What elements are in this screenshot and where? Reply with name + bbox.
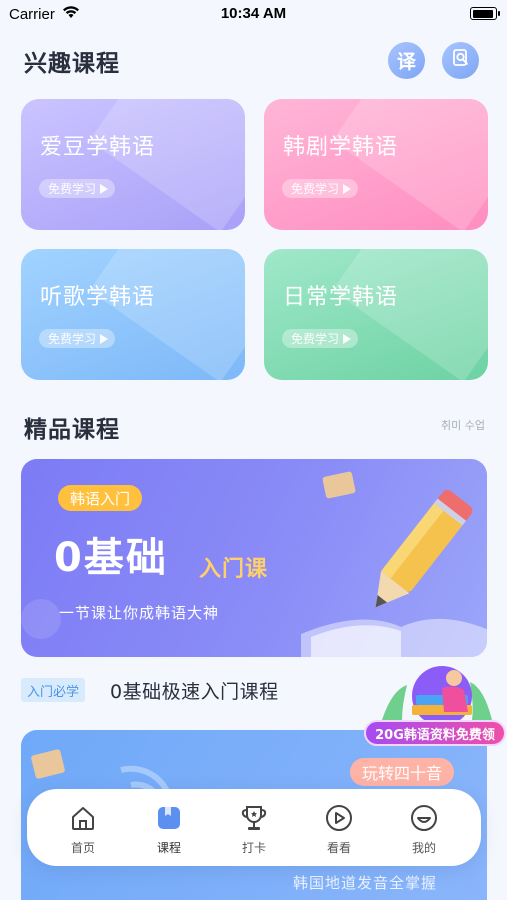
banner2-subtitle: 韩国地道发音全掌握 bbox=[293, 874, 438, 892]
bottom-tab-bar: 首页 课程 打卡 看看 我的 bbox=[27, 789, 481, 866]
battery-icon bbox=[470, 7, 500, 20]
banner-tag: 韩语入门 bbox=[58, 485, 143, 511]
translate-button[interactable]: 译 bbox=[388, 42, 425, 79]
play-icon bbox=[100, 333, 109, 344]
tab-label: 打卡 bbox=[241, 841, 266, 855]
banner-description: 一节课让你成韩语大神 bbox=[59, 604, 220, 622]
tab-label: 我的 bbox=[411, 841, 436, 855]
tab-label: 看看 bbox=[326, 841, 351, 855]
banner-headline: 0基础 bbox=[54, 535, 168, 581]
course-tag: 入门必学 bbox=[21, 678, 86, 702]
play-icon bbox=[100, 183, 109, 194]
free-study-button[interactable]: 免费学习 bbox=[39, 179, 116, 198]
card-song-korean[interactable]: 听歌学韩语 免费学习 bbox=[21, 249, 245, 380]
tab-course[interactable]: 课程 bbox=[129, 789, 209, 866]
free-study-button[interactable]: 免费学习 bbox=[39, 329, 116, 348]
home-icon bbox=[68, 803, 98, 833]
card-title: 爱豆学韩语 bbox=[40, 135, 156, 160]
tab-watch[interactable]: 看看 bbox=[299, 789, 379, 866]
tab-label: 首页 bbox=[70, 841, 95, 855]
free-study-button[interactable]: 免费学习 bbox=[282, 329, 359, 348]
free-materials-promo-button[interactable]: 20G韩语资料免费领 bbox=[364, 720, 506, 746]
tab-label: 课程 bbox=[156, 841, 181, 855]
card-title: 韩剧学韩语 bbox=[283, 135, 399, 160]
translate-icon: 译 bbox=[396, 51, 416, 73]
course-title[interactable]: 0基础极速入门课程 bbox=[110, 677, 279, 704]
course-book-icon bbox=[154, 803, 184, 833]
tab-home[interactable]: 首页 bbox=[43, 789, 123, 866]
beginner-course-banner[interactable]: 韩语入门 0基础 入门课 一节课让你成韩语大神 bbox=[21, 459, 487, 657]
card-title: 日常学韩语 bbox=[283, 285, 399, 310]
status-bar: Carrier 10:34 AM bbox=[0, 0, 507, 28]
banner2-pill: 玩转四十音 bbox=[350, 758, 455, 786]
play-icon bbox=[324, 803, 354, 833]
card-title: 听歌学韩语 bbox=[40, 285, 156, 310]
search-dictionary-icon bbox=[451, 48, 471, 73]
card-daily-korean[interactable]: 日常学韩语 免费学习 bbox=[264, 249, 488, 380]
page-title: 兴趣课程 bbox=[24, 51, 120, 77]
search-button[interactable] bbox=[442, 42, 479, 79]
card-drama-korean[interactable]: 韩剧学韩语 免费学习 bbox=[264, 99, 488, 230]
free-study-button[interactable]: 免费学习 bbox=[282, 179, 359, 198]
tab-checkin[interactable]: 打卡 bbox=[214, 789, 294, 866]
more-link[interactable]: 취미 수업 bbox=[441, 417, 485, 433]
clock: 10:34 AM bbox=[220, 5, 287, 22]
play-icon bbox=[343, 183, 352, 194]
premium-section-title: 精品课程 bbox=[24, 417, 120, 443]
card-idol-korean[interactable]: 爱豆学韩语 免费学习 bbox=[21, 99, 245, 230]
play-icon bbox=[343, 333, 352, 344]
trophy-icon bbox=[239, 803, 269, 833]
banner-headline-sub: 入门课 bbox=[199, 557, 269, 582]
tab-mine[interactable]: 我的 bbox=[384, 789, 464, 866]
smile-face-icon bbox=[409, 803, 439, 833]
